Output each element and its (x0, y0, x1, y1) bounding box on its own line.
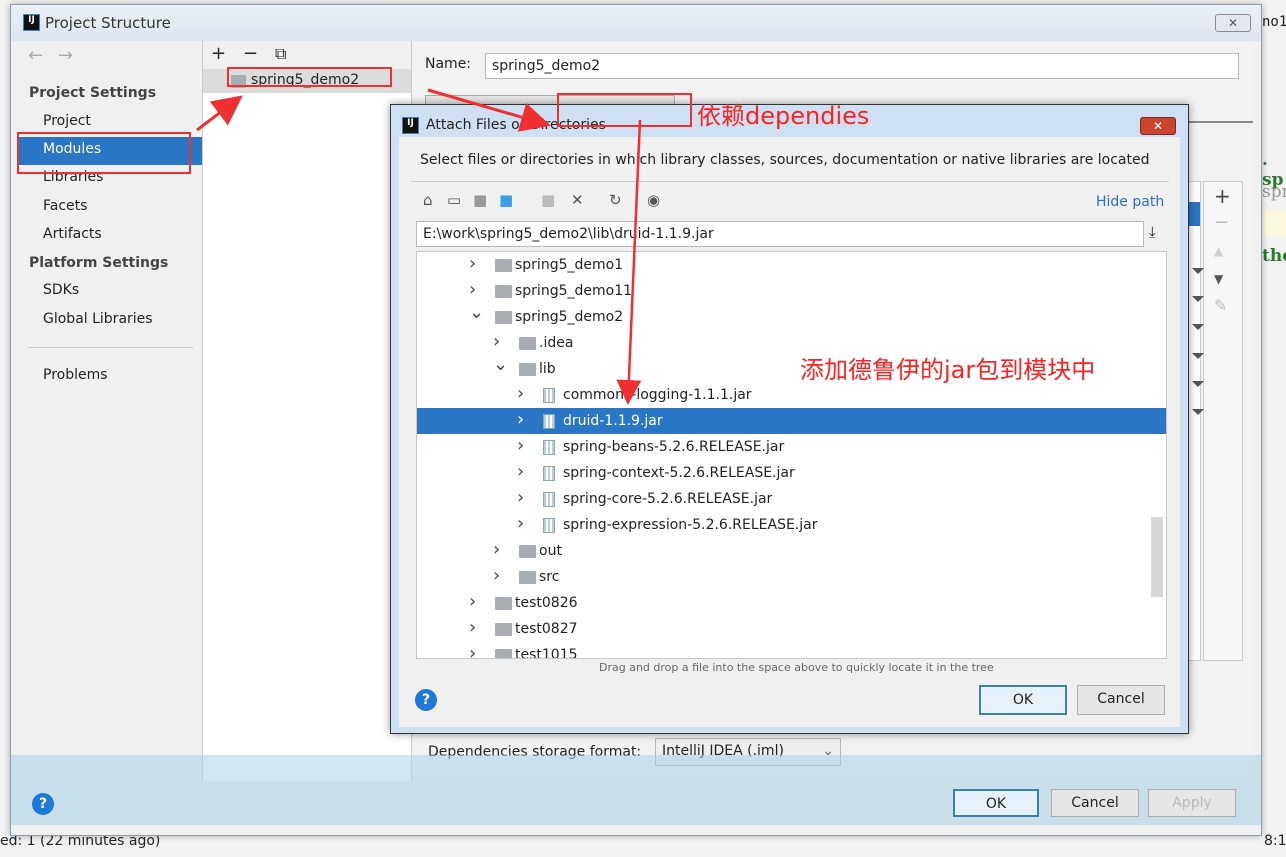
annotation-add-jar-note: 添加德鲁伊的jar包到模块中 (800, 356, 1096, 384)
annotation-arrows (196, 88, 642, 405)
annotation-dependencies-note: 依赖dependies (697, 102, 870, 130)
arrow-to-jar (616, 119, 642, 405)
arrow-to-module (196, 95, 243, 132)
arrow-to-dependencies (427, 88, 551, 132)
